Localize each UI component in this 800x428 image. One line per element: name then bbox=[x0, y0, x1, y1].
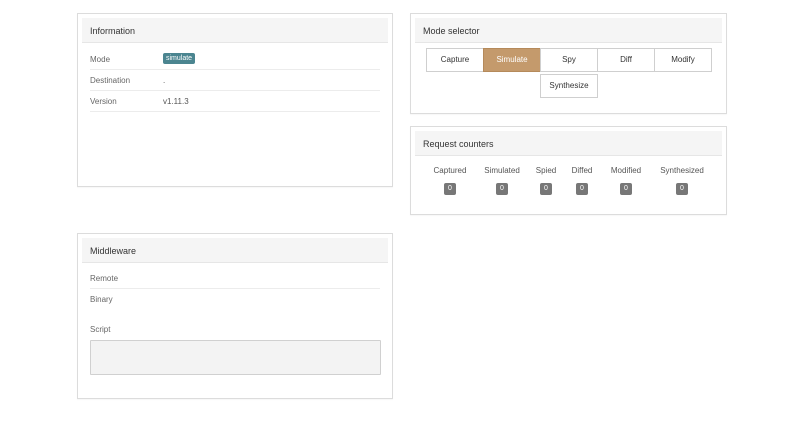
remote-label: Remote bbox=[90, 274, 119, 283]
information-title: Information bbox=[90, 26, 136, 36]
counter-synthesized: Synthesized 0 bbox=[658, 166, 706, 195]
destination-label: Destination bbox=[90, 76, 131, 85]
counter-badge: 0 bbox=[444, 183, 456, 195]
counter-diffed: Diffed 0 bbox=[569, 166, 595, 195]
counter-label: Spied bbox=[535, 166, 557, 175]
counter-label: Diffed bbox=[571, 166, 593, 175]
middleware-row-remote: Remote bbox=[90, 268, 380, 289]
middleware-title: Middleware bbox=[90, 246, 137, 256]
version-label: Version bbox=[90, 97, 117, 106]
request-counters-title: Request counters bbox=[423, 139, 494, 149]
counter-badge: 0 bbox=[620, 183, 632, 195]
mode-label: Mode bbox=[90, 55, 111, 64]
script-textarea[interactable] bbox=[90, 340, 381, 375]
info-row-version: Version v1.11.3 bbox=[90, 91, 380, 112]
mode-selector-panel: Mode selector Capture Simulate Spy Diff … bbox=[410, 13, 727, 114]
modify-button[interactable]: Modify bbox=[654, 48, 712, 72]
mode-selector-header: Mode selector bbox=[415, 18, 722, 43]
mode-badge: simulate bbox=[163, 53, 196, 64]
middleware-header: Middleware bbox=[82, 238, 388, 263]
synthesize-button[interactable]: Synthesize bbox=[540, 74, 598, 98]
spy-button[interactable]: Spy bbox=[540, 48, 598, 72]
counter-simulated: Simulated 0 bbox=[482, 166, 522, 195]
counter-label: Modified bbox=[610, 166, 642, 175]
middleware-panel: Middleware Remote Binary Script bbox=[77, 233, 393, 399]
request-counters-panel: Request counters Captured 0 Simulated 0 … bbox=[410, 126, 727, 215]
version-value: v1.11.3 bbox=[163, 97, 189, 106]
counter-label: Synthesized bbox=[660, 166, 704, 175]
information-panel: Information Mode simulate Destination . … bbox=[77, 13, 393, 187]
information-header: Information bbox=[82, 18, 388, 43]
counter-captured: Captured 0 bbox=[431, 166, 469, 195]
capture-button[interactable]: Capture bbox=[426, 48, 484, 72]
counter-spied: Spied 0 bbox=[535, 166, 557, 195]
binary-label: Binary bbox=[90, 295, 113, 304]
diff-button[interactable]: Diff bbox=[597, 48, 655, 72]
counter-badge: 0 bbox=[576, 183, 588, 195]
simulate-button[interactable]: Simulate bbox=[483, 48, 541, 72]
destination-value: . bbox=[163, 76, 166, 85]
counter-badge: 0 bbox=[540, 183, 552, 195]
info-row-destination: Destination . bbox=[90, 70, 380, 91]
counter-label: Simulated bbox=[484, 166, 520, 175]
request-counters-header: Request counters bbox=[415, 131, 722, 156]
counter-badge: 0 bbox=[496, 183, 508, 195]
counter-modified: Modified 0 bbox=[607, 166, 645, 195]
info-row-mode: Mode simulate bbox=[90, 49, 380, 70]
counter-label: Captured bbox=[433, 166, 467, 175]
mode-selector-title: Mode selector bbox=[423, 26, 480, 36]
script-label: Script bbox=[90, 325, 111, 334]
middleware-row-binary: Binary bbox=[90, 289, 380, 310]
counter-badge: 0 bbox=[676, 183, 688, 195]
